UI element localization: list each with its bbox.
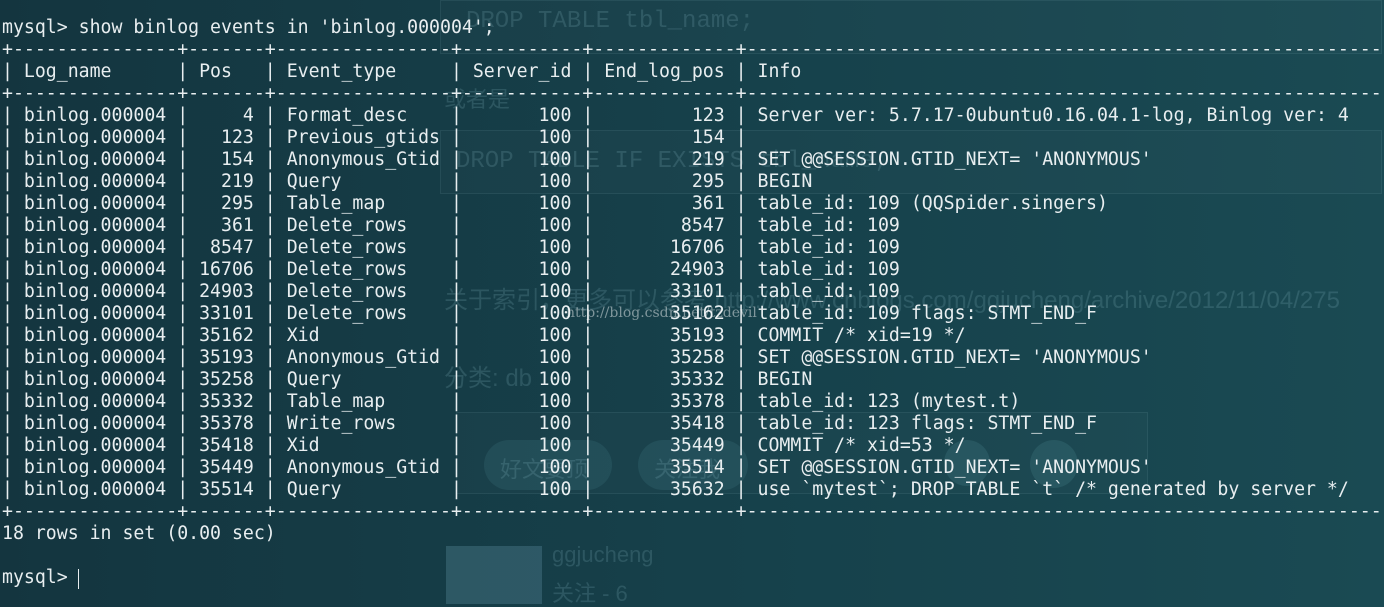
table-row: | binlog.000004 | 16706 | Delete_rows | … — [2, 259, 900, 280]
table-row: | binlog.000004 | 35514 | Query | 100 | … — [2, 479, 1349, 500]
command-line: mysql> show binlog events in 'binlog.000… — [2, 17, 495, 38]
table-border-header: +---------------+-------+---------------… — [2, 83, 1384, 104]
table-row: | binlog.000004 | 35418 | Xid | 100 | 35… — [2, 435, 966, 456]
watermark: http://blog.csdn.net/tzdevil — [566, 305, 757, 321]
table-border-top: +---------------+-------+---------------… — [2, 39, 1384, 60]
table-row: | binlog.000004 | 123 | Previous_gtids |… — [2, 127, 747, 148]
table-row: | binlog.000004 | 8547 | Delete_rows | 1… — [2, 237, 900, 258]
table-header-row: | Log_name | Pos | Event_type | Server_i… — [2, 61, 802, 82]
table-row: | binlog.000004 | 35193 | Anonymous_Gtid… — [2, 347, 1152, 368]
prompt-line[interactable]: mysql> — [2, 567, 1384, 589]
terminal-window[interactable]: DROP TABLE tbl_name; 或者是 DROP TABLE IF E… — [0, 0, 1384, 607]
table-row: | binlog.000004 | 35449 | Anonymous_Gtid… — [2, 457, 1152, 478]
table-row: | binlog.000004 | 4 | Format_desc | 100 … — [2, 105, 1349, 126]
table-row: | binlog.000004 | 35378 | Write_rows | 1… — [2, 413, 1097, 434]
table-body: | binlog.000004 | 4 | Format_desc | 100 … — [2, 105, 1384, 501]
table-row: | binlog.000004 | 35258 | Query | 100 | … — [2, 369, 813, 390]
text-cursor — [78, 569, 79, 589]
table-row: | binlog.000004 | 35332 | Table_map | 10… — [2, 391, 1021, 412]
result-summary: 18 rows in set (0.00 sec) — [2, 523, 276, 544]
table-border-bottom: +---------------+-------+---------------… — [2, 501, 1384, 522]
table-row: | binlog.000004 | 24903 | Delete_rows | … — [2, 281, 900, 302]
terminal-output: mysql> show binlog events in 'binlog.000… — [2, 17, 1384, 589]
table-row: | binlog.000004 | 219 | Query | 100 | 29… — [2, 171, 813, 192]
table-row: | binlog.000004 | 154 | Anonymous_Gtid |… — [2, 149, 1152, 170]
table-row: | binlog.000004 | 361 | Delete_rows | 10… — [2, 215, 900, 236]
table-row: | binlog.000004 | 35162 | Xid | 100 | 35… — [2, 325, 966, 346]
table-row: | binlog.000004 | 295 | Table_map | 100 … — [2, 193, 1108, 214]
